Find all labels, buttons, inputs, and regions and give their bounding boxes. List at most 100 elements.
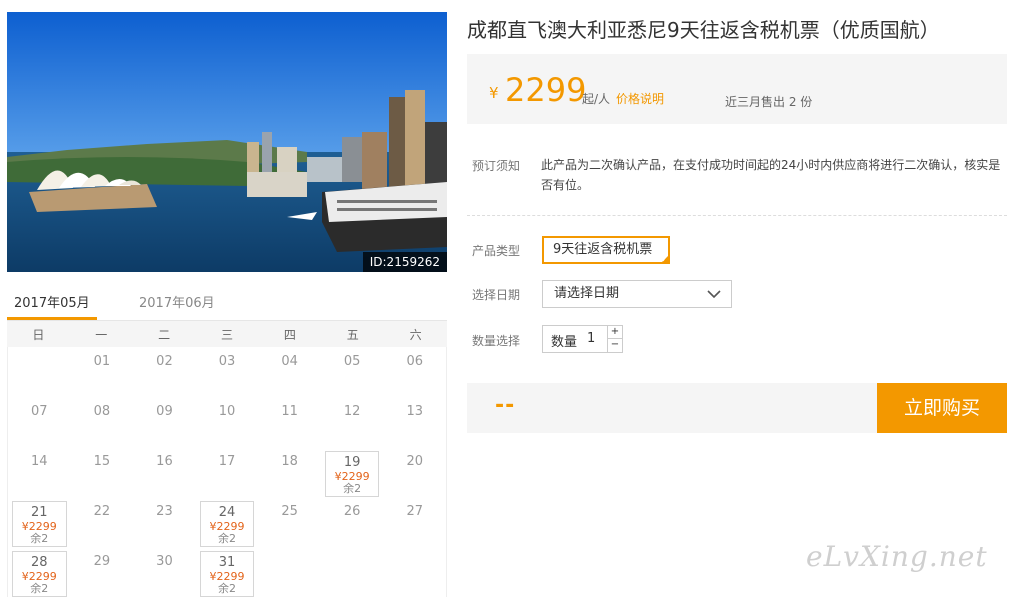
calendar-day-number: 31 — [218, 555, 236, 570]
calendar-day-cell: 23 — [133, 497, 196, 547]
calendar-day-inner: 01 — [75, 351, 130, 397]
date-select[interactable]: 请选择日期 — [542, 280, 732, 308]
calendar-day-inner: 21 ¥2299 余2 — [12, 501, 67, 547]
calendar-day-cell: 12 — [321, 397, 384, 447]
calendar-day-inner: 09 — [137, 401, 192, 447]
calendar-day-cell: 20 — [383, 447, 446, 497]
quantity-increase-button[interactable]: + — [608, 326, 622, 339]
product-photo: ID:2159262 — [7, 12, 447, 272]
calendar-day-inner: 11 — [262, 401, 317, 447]
calendar-day-cell: 27 — [383, 497, 446, 547]
calendar-day-cell: 29 — [71, 547, 134, 597]
calendar-day-cell: 14 — [8, 447, 71, 497]
calendar-day-inner: 06 — [387, 351, 442, 397]
tab-month-june[interactable]: 2017年06月 — [139, 292, 215, 311]
product-type-option[interactable]: 9天往返含税机票 ✓ — [542, 236, 670, 264]
calendar-day-inner: 17 — [200, 451, 255, 497]
calendar-day-inner — [262, 551, 317, 597]
calendar-empty-cell — [258, 547, 321, 597]
calendar-day-inner: 04 — [262, 351, 317, 397]
calendar-day-cell[interactable]: 21 ¥2299 余2 — [8, 497, 71, 547]
calendar-day-cell: 17 — [196, 447, 259, 497]
calendar-day-number: 12 — [343, 404, 361, 419]
price-explanation-link[interactable]: 价格说明 — [616, 90, 664, 107]
calendar-day-inner: 18 — [262, 451, 317, 497]
calendar-week-row: 07 08 09 10 11 12 13 — [8, 397, 446, 447]
watermark-logo: eLvXing.net — [806, 540, 988, 573]
calendar-day-inner — [325, 551, 380, 597]
calendar-day-cell[interactable]: 19 ¥2299 余2 — [321, 447, 384, 497]
calendar-day-inner: 08 — [75, 401, 130, 447]
calendar-day-inner: 05 — [325, 351, 380, 397]
calendar-empty-cell — [8, 347, 71, 397]
calendar-day-cell: 13 — [383, 397, 446, 447]
calendar-day-cell: 11 — [258, 397, 321, 447]
price-unit: 起/人 — [582, 92, 611, 106]
calendar-day-cell: 10 — [196, 397, 259, 447]
calendar-day-stock: 余2 — [218, 532, 237, 545]
calendar-day-cell: 06 — [383, 347, 446, 397]
calendar-day-cell: 09 — [133, 397, 196, 447]
calendar-day-number: 21 — [31, 505, 48, 520]
calendar-day-number: 23 — [156, 504, 173, 519]
calendar-week-row: 01 02 03 04 05 06 — [8, 347, 446, 397]
date-select-value: 请选择日期 — [554, 286, 620, 301]
calendar-day-number: 02 — [156, 354, 173, 369]
calendar-day-cell: 25 — [258, 497, 321, 547]
calendar-day-inner: 23 — [137, 501, 192, 547]
weekday-label: 六 — [409, 327, 422, 342]
tab-month-may[interactable]: 2017年05月 — [14, 292, 90, 311]
calendar-day-stock: 余2 — [218, 582, 237, 595]
quantity-label: 数量选择 — [472, 334, 521, 348]
product-type-label: 产品类型 — [472, 244, 521, 258]
calendar-day-number: 15 — [93, 454, 111, 469]
calendar-day-inner: 24 ¥2299 余2 — [199, 501, 255, 547]
quantity-decrease-button[interactable]: − — [608, 339, 622, 352]
sydney-harbour-image — [7, 12, 447, 272]
divider — [467, 215, 1007, 216]
calendar-day-number: 09 — [156, 404, 173, 419]
calendar-day-inner: 02 — [137, 351, 192, 397]
calendar-day-number: 10 — [218, 404, 236, 419]
quantity-stepper: 数量 1 + − — [542, 325, 623, 353]
calendar-day-cell: 03 — [196, 347, 259, 397]
total-price: -- — [495, 393, 516, 418]
calendar-week-row: 28 ¥2299 余2 29 30 31 ¥2299 余2 — [8, 547, 446, 597]
weekday-label: 日 — [32, 327, 45, 342]
quantity-value[interactable]: 1 — [587, 331, 595, 346]
calendar-day-cell: 04 — [258, 347, 321, 397]
calendar-weekday-header: 日 一 二 三 四 五 六 — [7, 320, 447, 347]
weekday-label: 一 — [95, 327, 108, 342]
calendar-day-stock: 余2 — [30, 532, 49, 545]
calendar-day-cell: 22 — [71, 497, 134, 547]
calendar-day-inner: 03 — [200, 351, 255, 397]
weekday-label: 五 — [346, 327, 359, 342]
product-title: 成都直飞澳大利亚悉尼9天往返含税机票（优质国航） — [467, 18, 940, 42]
calendar-day-inner: 22 — [75, 501, 130, 547]
sales-count: 近三月售出 2 份 — [725, 95, 813, 109]
calendar-day-cell[interactable]: 28 ¥2299 余2 — [8, 547, 71, 597]
currency-symbol: ¥ — [489, 84, 499, 102]
weekday-label: 三 — [221, 327, 234, 342]
calendar-day-number: 30 — [156, 554, 173, 569]
calendar-day-inner: 31 ¥2299 余2 — [199, 551, 255, 597]
calendar-day-inner: 26 — [325, 501, 380, 547]
calendar-day-cell[interactable]: 24 ¥2299 余2 — [196, 497, 259, 547]
calendar-day-cell[interactable]: 31 ¥2299 余2 — [196, 547, 259, 597]
calendar-day-stock: 余2 — [30, 582, 49, 595]
product-type-value: 9天往返含税机票 — [553, 242, 653, 257]
weekday-label: 二 — [158, 327, 171, 342]
calendar-day-inner: 14 — [12, 451, 67, 497]
calendar-day-cell: 16 — [133, 447, 196, 497]
calendar-day-cell: 07 — [8, 397, 71, 447]
calendar-day-number: 25 — [281, 504, 298, 519]
calendar-day-cell: 18 — [258, 447, 321, 497]
calendar-day-number: 14 — [31, 454, 48, 469]
calendar-day-inner: 19 ¥2299 余2 — [324, 451, 380, 497]
calendar-day-number: 16 — [156, 454, 173, 469]
calendar-day-inner: 20 — [387, 451, 442, 497]
calendar-day-number: 17 — [218, 454, 236, 469]
calendar-day-inner: 13 — [387, 401, 442, 447]
calendar-day-cell: 26 — [321, 497, 384, 547]
buy-now-button[interactable]: 立即购买 — [877, 383, 1007, 433]
